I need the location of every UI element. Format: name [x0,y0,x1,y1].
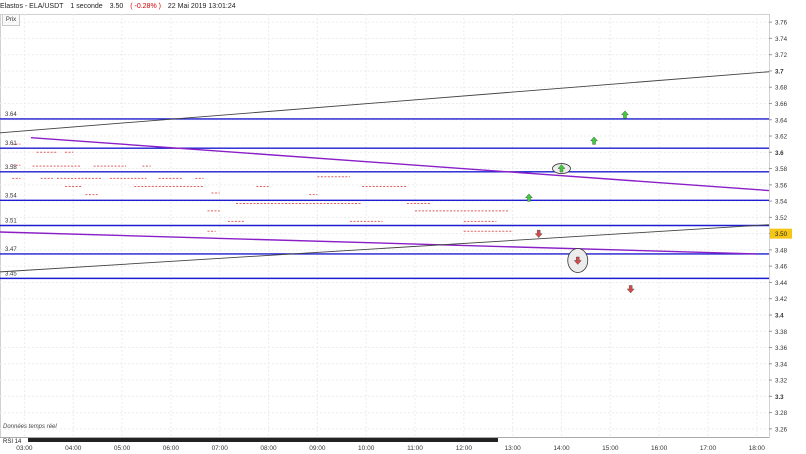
level-label: 3.54 [5,193,17,199]
y-tick-label: 3.54 [775,199,788,206]
rsi-label: RSI 14 [3,439,22,445]
y-tick-label: 3.58 [775,166,788,173]
y-tick-label: 3.42 [775,296,788,303]
price-chart[interactable]: 3.76 3.74 3.72 3.7 3.68 3.66 3.64 3.62 3.6 3.58 3.… [0,0,806,454]
y-tick-label: 3.32 [775,378,788,385]
x-tick-label: 18:00 [749,445,766,452]
x-tick-label: 04:00 [65,445,82,452]
y-tick-label: 3.62 [775,134,788,141]
rsi-strip [28,438,498,442]
trend-line [0,231,757,255]
y-tick-label: 3.36 [775,345,788,352]
x-tick-label: 16:00 [651,445,668,452]
y-tick-label: 3.64 [775,117,788,124]
x-tick-label: 17:00 [700,445,717,452]
x-tick-label: 10:00 [358,445,375,452]
level-label: 3.61 [5,141,17,147]
x-tick-label: 11:00 [407,445,423,452]
y-tick-label: 3.26 [775,426,788,433]
level-label: 3.51 [5,219,17,225]
y-tick-label: 3.34 [775,361,788,368]
y-tick-label: 3.4 [775,312,784,319]
y-tick-label: 3.56 [775,182,788,189]
y-tick-label: 3.74 [775,36,788,43]
y-tick-label: 3.3 [775,394,784,401]
x-tick-label: 12:00 [456,445,473,452]
y-tick-label: 3.52 [775,215,788,222]
trend-line [0,71,770,134]
x-tick-label: 06:00 [163,445,180,452]
level-label: 3.64 [5,112,17,118]
y-tick-label: 3.48 [775,247,788,254]
y-tick-label: 3.72 [775,52,788,59]
sell-signal-arrow [534,229,543,238]
y-tick-label: 3.68 [775,85,788,92]
y-tick-label: 3.44 [775,280,788,287]
y-tick-label: 3.76 [775,20,788,27]
y-tick-label: 3.66 [775,101,788,108]
x-tick-label: 15:00 [602,445,619,452]
trend-line [30,136,770,192]
y-tick-label: 3.38 [775,329,788,336]
buy-signal-arrow [621,110,629,119]
level-label: 3.45 [5,271,17,277]
x-tick-label: 08:00 [260,445,277,452]
x-tick-label: 03:00 [16,445,33,452]
realtime-note: Données temps réel [3,424,57,430]
y-tick-label: 3.6 [775,150,784,157]
y-tick-label: 3.28 [775,410,788,417]
current-price-label: 3.50 [775,231,788,238]
level-label: 3.47 [5,247,17,253]
x-tick-label: 05:00 [114,445,131,452]
buy-signal-arrow [590,136,598,145]
y-tick-label: 3.7 [775,68,784,75]
level-label: 3.58 [5,165,17,171]
y-tick-label: 3.46 [775,264,788,271]
trend-line [0,224,770,273]
x-tick-label: 09:00 [309,445,326,452]
sell-signal-arrow [626,285,635,294]
x-tick-label: 13:00 [505,445,522,452]
x-tick-label: 07:00 [212,445,229,452]
x-tick-label: 14:00 [553,445,570,452]
